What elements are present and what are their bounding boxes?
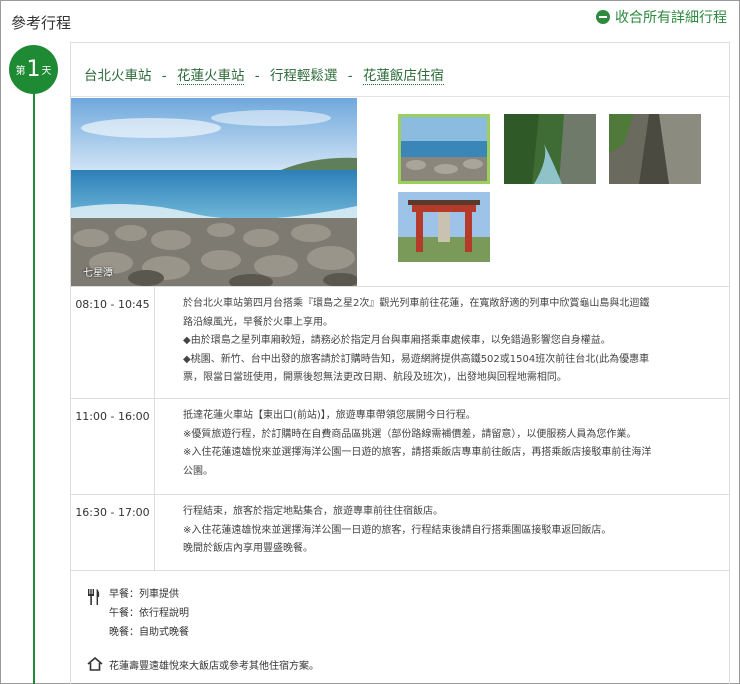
route-stop-taipei: 台北火車站 (84, 68, 152, 84)
description-line: ※優質旅遊行程，於訂購時在自費商品區挑選（部份路線需補價差，請留意），以便服務人… (183, 428, 637, 440)
description-line: ◆由於環島之星列車廂較短，請務必於指定月台與車廂搭乘車處候車，以免錯過影響您自身… (183, 335, 611, 346)
main-photo: 七星潭 (71, 98, 357, 286)
day-suffix: 天 (41, 66, 52, 77)
meal-breakfast: 早餐：列車提供 (109, 589, 179, 600)
meals-section: 早餐：列車提供 午餐：依行程說明 晚餐：自助式晚餐 花蓮壽豐遠雄悅來大飯店或參考… (71, 570, 729, 684)
thumbnail-gorge[interactable] (504, 114, 596, 184)
route-separator: - (161, 68, 167, 84)
thumbnail-beach[interactable] (398, 114, 490, 184)
schedule-time: 11:00 - 16:00 (71, 399, 155, 494)
schedule-time: 08:10 - 10:45 (71, 287, 155, 398)
description-line: 路沿線風光，早餐於火車上享用。 (183, 316, 333, 328)
route-separator: - (254, 68, 260, 84)
timeline-line (33, 71, 35, 684)
schedule-row: 16:30 - 17:00 行程結束，旅客於指定地點集合，旅遊專車前往住宿飯店。… (71, 494, 729, 570)
itinerary-panel: 參考行程 收合所有詳細行程 第 1 天 台北火車站 - 花蓮火車站 - 行程輕鬆… (0, 0, 740, 684)
day-badge: 第 1 天 (9, 45, 58, 94)
route-divider (71, 96, 729, 97)
schedule-row: 08:10 - 10:45 於台北火車站第四月台搭乘『環島之星2次』觀光列車前往… (71, 286, 729, 398)
schedule-table: 08:10 - 10:45 於台北火車站第四月台搭乘『環島之星2次』觀光列車前往… (71, 286, 729, 570)
description-line: ※入住花蓮遠雄悅來並選擇海洋公園一日遊的旅客，請搭乘飯店專車前往飯店，再搭乘飯店… (183, 447, 652, 458)
description-line: ※入住花蓮遠雄悅來並選擇海洋公園一日遊的旅客，行程結束後請自行搭乘園區接駁車返回… (183, 524, 612, 536)
schedule-time: 16:30 - 17:00 (71, 495, 155, 570)
meal-list: 早餐：列車提供 午餐：依行程說明 晚餐：自助式晚餐 (109, 585, 189, 642)
day-prefix: 第 (15, 66, 26, 77)
thumbnail-gate[interactable] (398, 192, 490, 262)
schedule-description: 行程結束，旅客於指定地點集合，旅遊專車前往住宿飯店。 ※入住花蓮遠雄悅來並選擇海… (155, 495, 729, 570)
house-icon (87, 656, 103, 675)
schedule-description: 於台北火車站第四月台搭乘『環島之星2次』觀光列車前往花蓮，在寬敞舒適的列車中欣賞… (155, 287, 729, 398)
section-title: 參考行程 (11, 14, 72, 32)
description-line: 行程結束，旅客於指定地點集合，旅遊專車前往住宿飯店。 (183, 506, 443, 517)
route-stop-hotel[interactable]: 花蓮飯店住宿 (362, 68, 444, 85)
schedule-description: 抵達花蓮火車站【東出口(前站)】，旅遊專車帶領您展開今日行程。 ※優質旅遊行程，… (155, 399, 729, 494)
description-line: 抵達花蓮火車站【東出口(前站)】，旅遊專車帶領您展開今日行程。 (183, 410, 476, 421)
description-line: 晚間於飯店內享用豐盛晚餐。 (183, 543, 313, 554)
meal-dinner: 晚餐：自助式晚餐 (109, 627, 189, 638)
schedule-row: 11:00 - 16:00 抵達花蓮火車站【東出口(前站)】，旅遊專車帶領您展開… (71, 398, 729, 494)
day-number: 1 (26, 56, 41, 82)
description-line: ◆桃園、新竹、台中出發的旅客請於訂購時告知，易遊網將提供高鐵502或1504班次… (183, 353, 650, 365)
description-line: 公園。 (183, 465, 213, 477)
meal-lunch: 午餐：依行程說明 (109, 608, 189, 619)
hotel-info: 花蓮壽豐遠雄悅來大飯店或參考其他住宿方案。 (109, 661, 319, 672)
collapse-all-label: 收合所有詳細行程 (615, 10, 727, 26)
route-stop-options: 行程輕鬆選 (269, 68, 338, 84)
route-stop-hualien[interactable]: 花蓮火車站 (176, 68, 245, 85)
photo-caption: 七星潭 (83, 268, 113, 279)
description-line: 於台北火車站第四月台搭乘『環島之星2次』觀光列車前往花蓮，在寬敞舒適的列車中欣賞… (183, 298, 650, 309)
route-line: 台北火車站 - 花蓮火車站 - 行程輕鬆選 - 花蓮飯店住宿 (84, 64, 444, 85)
route-separator: - (347, 68, 353, 84)
thumbnail-cliff[interactable] (609, 114, 701, 184)
fork-knife-icon (87, 589, 101, 609)
description-line: 票，限當日當班使用，開票後恕無法更改日期、航段及班次)，出發地與回程地需相同。 (183, 372, 567, 383)
collapse-all-button[interactable]: 收合所有詳細行程 (596, 7, 727, 27)
day-card: 台北火車站 - 花蓮火車站 - 行程輕鬆選 - 花蓮飯店住宿 七星潭 08:10… (70, 42, 730, 684)
minus-circle-icon (596, 10, 610, 24)
